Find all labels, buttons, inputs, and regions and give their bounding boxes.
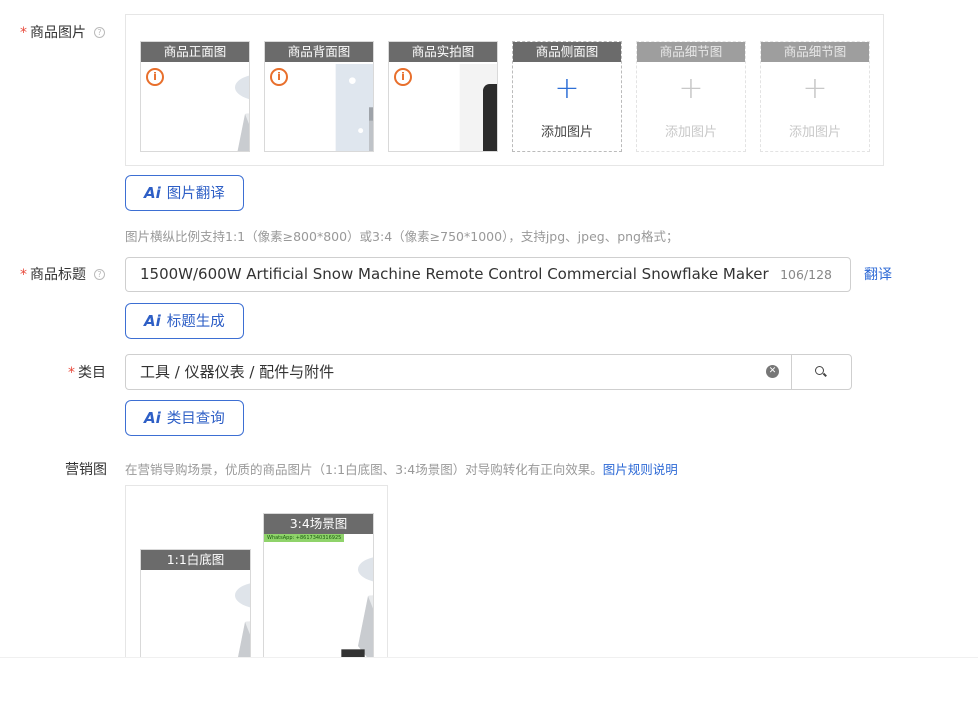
product-title-value[interactable]: 1500W/600W Artificial Snow Machine Remot… [140, 258, 772, 291]
image-slot-side[interactable]: 商品侧面图 + 添加图片 [512, 41, 622, 152]
slot-title: 商品背面图 [265, 42, 373, 62]
marketing-label: 营销图 [65, 462, 107, 478]
product-title-label: * 商品标题? [20, 264, 105, 284]
image-format-hint: 图片横纵比例支持1:1（像素≥800*800）或3:4（像素≥750*1000）… [125, 229, 679, 244]
add-image-text: 添加图片 [664, 125, 717, 140]
category-select[interactable]: 工具 / 仪器仪表 / 配件与附件 ✕ [125, 354, 852, 390]
add-image-text: 添加图片 [540, 125, 593, 140]
marketing-slot-scene[interactable]: 3:4场景图 WhatsApp: +8617340316925 [263, 513, 374, 659]
slot-title: 1:1白底图 [141, 550, 250, 570]
ai-icon: Ai [144, 312, 161, 330]
image-slot-real[interactable]: 商品实拍图 i [388, 41, 498, 152]
required-mark: * [68, 365, 75, 381]
page-bottom [0, 657, 978, 723]
category-lookup-button[interactable]: Ai 类目查询 [125, 400, 244, 436]
plus-icon: + [554, 71, 580, 106]
required-mark: * [20, 25, 27, 41]
image-slot-back[interactable]: 商品背面图 i [264, 41, 374, 152]
marketing-image-scene [268, 546, 374, 659]
marketing-hint: 在营销导购场景，优质的商品图片（1:1白底图、3:4场景图）对导购转化有正向效果… [125, 462, 678, 477]
category-search-button[interactable] [791, 354, 852, 390]
product-images-label: * 商品图片? [20, 22, 105, 42]
marketing-slot-square[interactable]: 1:1白底图 [140, 549, 251, 659]
help-icon[interactable]: ? [94, 268, 105, 280]
category-label: * 类目 [68, 365, 106, 381]
image-rules-link[interactable]: 图片规则说明 [603, 462, 678, 477]
slot-title: 商品细节图 [637, 42, 745, 62]
slot-title: 商品正面图 [141, 42, 249, 62]
marketing-image-square [145, 572, 251, 659]
warning-icon[interactable]: i [146, 68, 164, 86]
title-generate-button[interactable]: Ai 标题生成 [125, 303, 244, 339]
slot-title: 3:4场景图 [264, 514, 373, 534]
image-slot-detail-1: 商品细节图 + 添加图片 [636, 41, 746, 152]
marketing-image-box: 1:1白底图 3:4场景图 WhatsApp: +8617340316925 [125, 485, 388, 685]
char-count: 106/128 [780, 267, 832, 282]
ai-icon: Ai [144, 409, 161, 427]
ai-icon: Ai [144, 184, 161, 202]
image-slot-detail-2: 商品细节图 + 添加图片 [760, 41, 870, 152]
clear-icon[interactable]: ✕ [766, 365, 779, 378]
required-mark: * [20, 267, 27, 283]
slot-title: 商品侧面图 [513, 42, 621, 62]
plus-icon: + [802, 71, 828, 106]
slot-title: 商品实拍图 [389, 42, 497, 62]
watermark: WhatsApp: +8617340316925 [264, 534, 345, 542]
image-uploader: 商品正面图 i 商品背面图 i 商品实拍图 i 商品侧面图 + 添加图片 商品细… [125, 14, 884, 166]
image-translate-button[interactable]: Ai 图片翻译 [125, 175, 244, 211]
category-value[interactable]: 工具 / 仪器仪表 / 配件与附件 [140, 355, 334, 389]
product-title-input[interactable]: 1500W/600W Artificial Snow Machine Remot… [125, 257, 851, 292]
add-image-text: 添加图片 [788, 125, 841, 140]
translate-link[interactable]: 翻译 [864, 264, 892, 284]
warning-icon[interactable]: i [270, 68, 288, 86]
help-icon[interactable]: ? [94, 26, 105, 38]
plus-icon: + [678, 71, 704, 106]
slot-title: 商品细节图 [761, 42, 869, 62]
search-icon [815, 366, 824, 375]
image-slot-front[interactable]: 商品正面图 i [140, 41, 250, 152]
warning-icon[interactable]: i [394, 68, 412, 86]
